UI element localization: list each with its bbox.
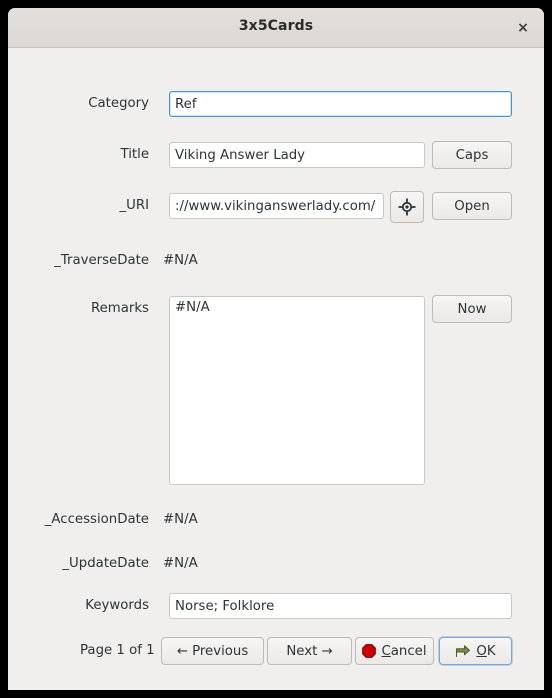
stop-icon — [362, 644, 377, 658]
open-button-label: Open — [454, 198, 490, 214]
field-row-accession-date: _AccessionDate #N/A — [8, 507, 544, 533]
field-row-uri: _URI Ope — [8, 191, 544, 223]
dialog-window: 3x5Cards × Category Title Caps _URI — [8, 8, 544, 690]
titlebar: 3x5Cards × — [8, 8, 544, 48]
cancel-button-label: Cancel — [381, 644, 426, 659]
enter-arrow-icon — [455, 644, 471, 658]
label-uri: _URI — [119, 198, 149, 213]
now-button-label: Now — [457, 301, 487, 317]
category-input[interactable] — [169, 91, 512, 117]
field-row-traverse-date: _TraverseDate #N/A — [8, 248, 544, 274]
update-date-value: #N/A — [163, 556, 198, 571]
caps-button-label: Caps — [455, 147, 489, 163]
title-input[interactable] — [169, 142, 425, 168]
label-traverse-date: _TraverseDate — [54, 253, 149, 268]
open-button[interactable]: Open — [432, 192, 512, 220]
next-button[interactable]: Next → — [267, 637, 352, 665]
field-row-keywords: Keywords — [8, 593, 544, 619]
crosshair-target-icon — [398, 198, 416, 216]
footer-button-bar: Page 1 of 1 ← Previous Next → Cancel OK — [8, 637, 544, 667]
label-category: Category — [88, 96, 149, 111]
now-button[interactable]: Now — [432, 295, 512, 323]
traverse-date-value: #N/A — [163, 253, 198, 268]
form-body: Category Title Caps _URI — [8, 48, 544, 690]
previous-button[interactable]: ← Previous — [161, 637, 264, 665]
ok-rest: K — [486, 643, 496, 659]
field-row-remarks: Remarks #N/A Now — [8, 295, 544, 496]
label-keywords: Keywords — [85, 598, 149, 613]
uri-input[interactable] — [169, 193, 384, 219]
label-update-date: _UpdateDate — [62, 556, 149, 571]
field-row-title: Title Caps — [8, 141, 544, 169]
caps-button[interactable]: Caps — [432, 141, 512, 169]
accession-date-value: #N/A — [163, 512, 198, 527]
cancel-mnemonic: C — [381, 643, 391, 659]
ok-mnemonic: O — [476, 643, 487, 659]
cancel-rest: ancel — [390, 643, 427, 659]
next-button-label: Next → — [286, 643, 333, 659]
field-row-update-date: _UpdateDate #N/A — [8, 551, 544, 577]
ok-button-label: OK — [476, 644, 495, 659]
close-icon[interactable]: × — [512, 17, 534, 39]
uri-target-button[interactable] — [390, 191, 424, 223]
label-remarks: Remarks — [90, 301, 149, 316]
window-title: 3x5Cards — [238, 18, 314, 34]
field-row-category: Category — [8, 91, 544, 117]
label-accession-date: _AccessionDate — [44, 512, 149, 527]
label-title: Title — [120, 147, 150, 162]
remarks-textarea[interactable]: #N/A — [169, 296, 425, 485]
cancel-button[interactable]: Cancel — [355, 637, 434, 665]
page-status-label: Page 1 of 1 — [80, 643, 155, 658]
previous-button-label: ← Previous — [176, 643, 249, 659]
keywords-input[interactable] — [169, 593, 512, 619]
ok-button[interactable]: OK — [439, 637, 512, 665]
